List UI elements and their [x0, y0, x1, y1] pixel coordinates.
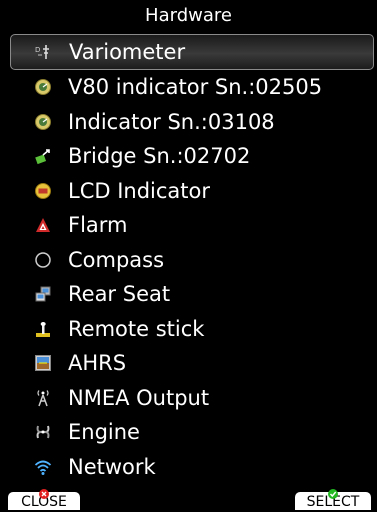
variometer-icon: D [35, 43, 53, 61]
menu-item-ahrs[interactable]: AHRS [0, 346, 377, 381]
menu-item-label: Compass [68, 247, 165, 272]
menu-item-compass[interactable]: Compass [0, 243, 377, 278]
page-title: Hardware [145, 5, 232, 26]
menu-item-network[interactable]: Network [0, 450, 377, 485]
network-icon [34, 458, 52, 476]
softkey-bar: CLOSE SELECT [0, 489, 377, 510]
compass-icon [34, 251, 52, 269]
menu-item-nmea-output[interactable]: NMEA Output [0, 381, 377, 416]
nmea-output-icon [34, 389, 52, 407]
menu-item-label: Flarm [68, 213, 128, 238]
menu-item-bridge[interactable]: Bridge Sn.:02702 [0, 139, 377, 174]
svg-text:D: D [35, 46, 40, 54]
rear-seat-icon [34, 285, 52, 303]
menu-item-label: Variometer [69, 40, 186, 64]
menu-item-engine[interactable]: Engine [0, 415, 377, 450]
menu-item-label: Network [68, 454, 156, 479]
engine-icon [34, 423, 52, 441]
menu-item-rear-seat[interactable]: Rear Seat [0, 277, 377, 312]
bridge-icon [34, 147, 52, 165]
menu-item-label: AHRS [68, 351, 127, 376]
indicator-gauge-icon [34, 78, 52, 96]
menu-item-label: Rear Seat [68, 282, 171, 307]
menu-item-label: Bridge Sn.:02702 [68, 144, 251, 169]
menu-item-indicator[interactable]: Indicator Sn.:03108 [0, 105, 377, 140]
menu-item-v80-indicator[interactable]: V80 indicator Sn.:02505 [0, 70, 377, 105]
lcd-indicator-icon [34, 182, 52, 200]
menu-item-label: Indicator Sn.:03108 [68, 109, 275, 134]
menu-item-label: Remote stick [68, 316, 205, 341]
select-button[interactable]: SELECT [295, 489, 371, 510]
menu-item-lcd-indicator[interactable]: LCD Indicator [0, 174, 377, 209]
menu-item-label: NMEA Output [68, 385, 210, 410]
hardware-menu-list: D Variometer V80 indicator Sn.:02505 Ind… [0, 34, 377, 484]
indicator-gauge-icon [34, 113, 52, 131]
close-x-icon [39, 485, 49, 499]
remote-stick-icon [34, 320, 52, 338]
menu-item-variometer[interactable]: D Variometer [10, 34, 374, 70]
menu-item-remote-stick[interactable]: Remote stick [0, 312, 377, 347]
checkmark-icon [328, 485, 338, 499]
menu-item-label: LCD Indicator [68, 178, 211, 203]
ahrs-icon [34, 354, 52, 372]
close-button[interactable]: CLOSE [8, 489, 80, 510]
flarm-icon [34, 216, 52, 234]
menu-item-flarm[interactable]: Flarm [0, 208, 377, 243]
menu-item-label: Engine [68, 420, 140, 445]
menu-item-label: V80 indicator Sn.:02505 [68, 75, 323, 100]
